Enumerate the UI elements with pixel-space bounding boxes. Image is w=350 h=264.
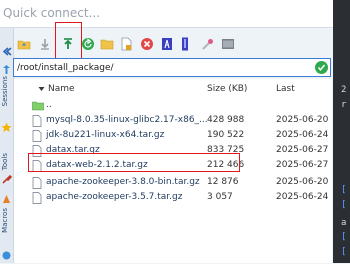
terminal-char: [ [341,185,347,195]
terminal-char: [ [341,247,347,257]
file-modified: 2025-06-27 [276,160,329,170]
file-modified: 2025-06-20 [276,177,329,187]
file-size: 190 522 [207,130,245,140]
column-header-size[interactable]: Size (KB) [207,79,247,99]
file-icon [32,177,42,189]
file-icon [32,160,42,172]
sftp-toolbar [14,33,332,57]
file-name: apache-zookeeper-3.5.7.tar.gz [46,192,183,202]
new-file-button[interactable] [119,37,133,51]
terminal-panel-edge: 2 r [ [ a [ [ [333,0,350,263]
file-size: 428 988 [207,115,245,125]
file-modified: 2025-06-24 [276,192,329,202]
file-table: Name Size (KB) Last modified .. mysql-8.… [14,79,332,263]
file-name: datax-web-2.1.2.tar.gz [46,160,148,170]
file-icon [32,192,42,204]
terminal-char: [ [341,200,347,210]
settings-tool-icon[interactable] [201,37,215,51]
terminal-char: [ [341,232,347,242]
file-name: apache-zookeeper-3.8.0-bin.tar.gz [46,177,200,187]
table-row[interactable]: mysql-8.0.35-linux-glibc2.17-x86_... 428… [14,114,332,129]
path-input[interactable] [17,61,307,74]
table-row[interactable]: apache-zookeeper-3.5.7.tar.gz 3 057 2025… [14,191,332,206]
quick-connect-input[interactable] [3,4,303,22]
rename-button[interactable] [160,37,174,51]
file-modified: 2025-06-20 [276,115,329,125]
tab-sessions[interactable]: Sessions [1,76,12,106]
file-size: 212 466 [207,160,245,170]
parent-folder-icon [32,100,44,112]
macros-icon [1,194,12,205]
tab-tools[interactable]: Tools [1,153,12,170]
properties-button[interactable] [178,37,192,51]
macros-symbol-icon [1,250,12,261]
column-header-label: Name [48,84,75,94]
table-row[interactable]: apache-zookeeper-3.8.0-bin.tar.gz 12 876… [14,176,332,191]
column-header-name[interactable]: Name [38,79,75,99]
tools-icon [1,174,13,185]
file-name: jdk-8u221-linux-x64.tar.gz [46,130,165,140]
file-name: datax.tar.gz [46,145,100,155]
quick-connect-bar [0,0,333,28]
file-size: 3 057 [207,192,233,202]
tab-macros[interactable]: Macros [1,208,12,233]
file-icon [32,130,42,142]
download-button[interactable] [38,37,52,51]
file-icon [32,115,42,127]
file-size: 12 876 [207,177,239,187]
delete-button[interactable] [140,37,154,51]
terminal-sync-icon[interactable] [221,37,235,51]
terminal-char: a [341,218,347,228]
table-row[interactable]: jdk-8u221-linux-x64.tar.gz 190 522 2025-… [14,129,332,144]
file-name: mysql-8.0.35-linux-glibc2.17-x86_... [46,115,208,125]
file-modified: 2025-06-27 [276,145,329,155]
path-bar [13,58,331,77]
star-icon [1,122,12,133]
terminal-char: 2 [341,85,347,95]
file-modified: 2025-06-24 [276,130,329,140]
new-folder-button[interactable] [100,37,114,51]
file-size: 833 725 [207,145,245,155]
path-go-icon[interactable] [315,61,328,74]
sessions-icon [1,64,12,75]
table-row[interactable]: datax.tar.gz 833 725 2025-06-27 [14,144,332,159]
collapse-chevron-icon[interactable] [1,46,12,57]
side-tab-bar: Sessions Tools Macros [0,28,14,263]
refresh-button[interactable] [81,37,95,51]
file-icon [32,145,42,157]
file-name: .. [46,100,52,110]
column-header-modified[interactable]: Last modified [276,79,332,99]
table-row[interactable]: datax-web-2.1.2.tar.gz 212 466 2025-06-2… [14,159,332,174]
upload-button[interactable] [61,37,75,51]
terminal-char: r [341,100,347,110]
table-row[interactable]: .. [14,99,332,114]
parent-folder-button[interactable] [17,37,31,51]
